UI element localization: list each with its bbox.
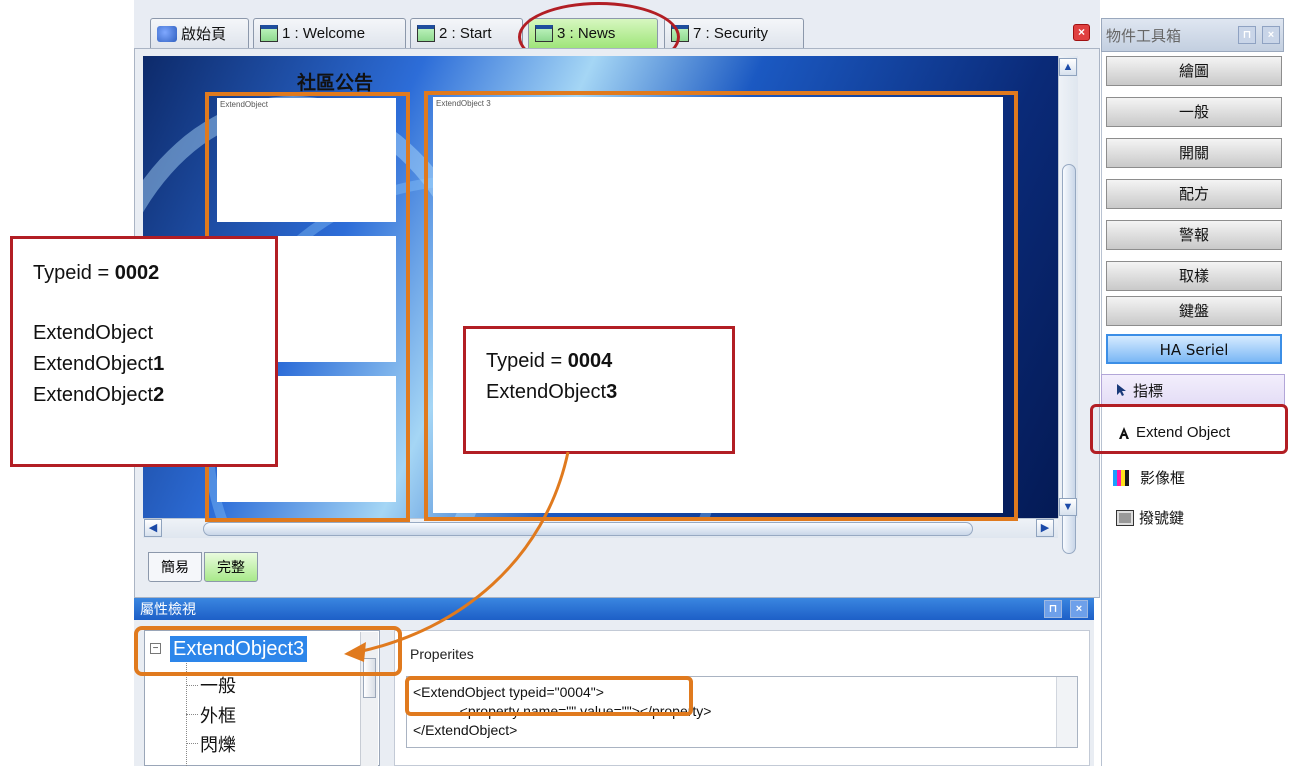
app-window: 啟始頁 1 : Welcome 2 : Start 3 : News 7 : S… xyxy=(0,0,1290,766)
annotation-arrow xyxy=(344,451,570,662)
